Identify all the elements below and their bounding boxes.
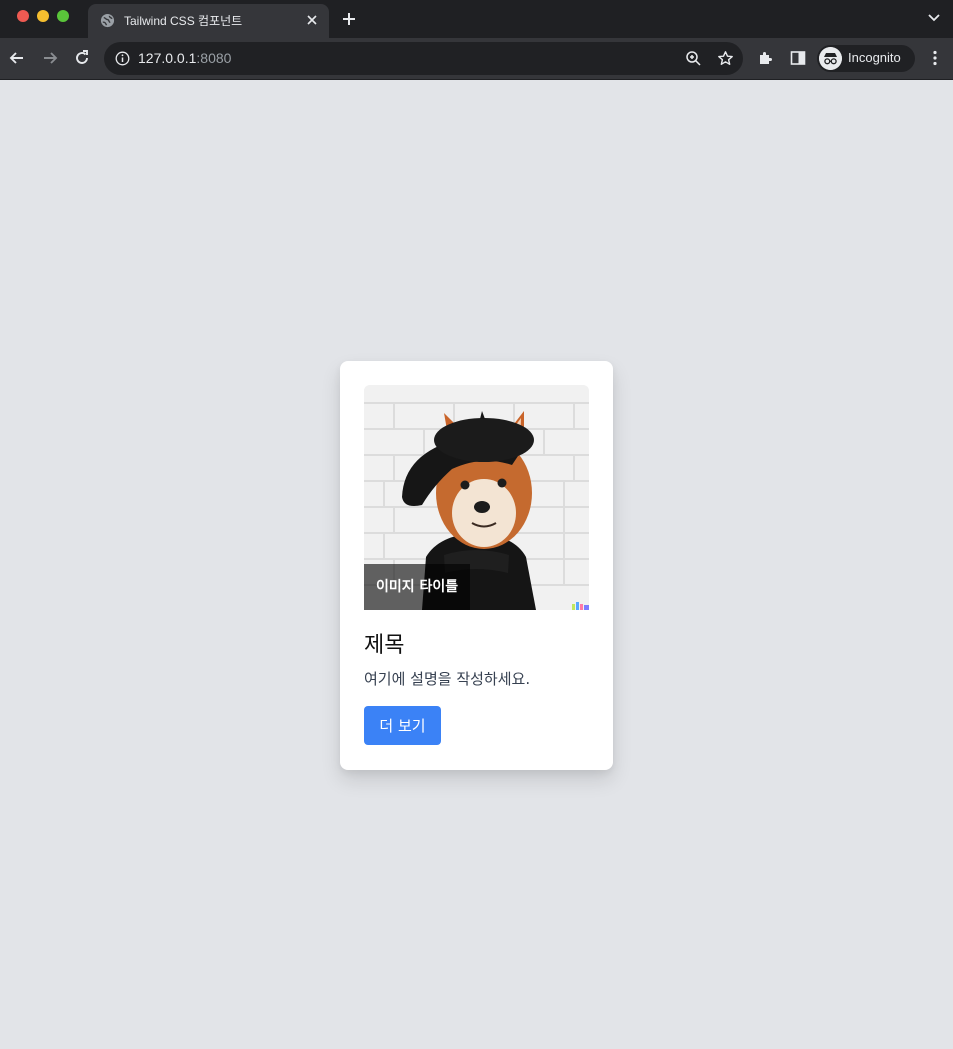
forward-arrow-icon[interactable] <box>41 49 59 67</box>
globe-icon <box>100 13 115 28</box>
card-description: 여기에 설명을 작성하세요. <box>364 670 531 688</box>
extensions-puzzle-icon[interactable] <box>757 49 775 67</box>
address-url: 127.0.0.1:8080 <box>138 50 231 66</box>
zoom-icon[interactable] <box>685 50 702 67</box>
window-minimize-button[interactable] <box>37 10 49 22</box>
profile-label: Incognito <box>848 50 901 65</box>
browser-tab-active[interactable]: Tailwind CSS 컴포넌트 <box>88 4 329 38</box>
back-arrow-icon[interactable] <box>8 49 26 67</box>
card-image: 이미지 타이틀 <box>364 385 589 610</box>
profile-button[interactable]: Incognito <box>817 45 915 72</box>
tab-title: Tailwind CSS 컴포넌트 <box>124 14 243 28</box>
window-close-button[interactable] <box>17 10 29 22</box>
window-zoom-button[interactable] <box>57 10 69 22</box>
info-icon[interactable] <box>115 51 130 66</box>
url-port: :8080 <box>196 50 232 66</box>
incognito-icon <box>819 47 842 70</box>
side-panel-icon[interactable] <box>789 49 807 67</box>
browser-toolbar: 127.0.0.1:8080 Incognito <box>0 38 953 80</box>
chevron-down-icon[interactable] <box>927 13 941 23</box>
address-bar[interactable]: 127.0.0.1:8080 <box>104 42 743 75</box>
close-icon[interactable] <box>305 13 319 27</box>
content-card: 이미지 타이틀 제목 여기에 설명을 작성하세요. 더 보기 <box>340 361 613 770</box>
bookmark-star-icon[interactable] <box>717 50 734 67</box>
more-menu-icon[interactable] <box>926 49 944 67</box>
url-host: 127.0.0.1 <box>138 50 197 66</box>
reload-icon[interactable] <box>73 49 91 67</box>
new-tab-button[interactable] <box>341 11 357 27</box>
browser-titlebar: Tailwind CSS 컴포넌트 <box>0 0 953 38</box>
image-caption: 이미지 타이틀 <box>364 564 471 610</box>
more-button[interactable]: 더 보기 <box>364 706 441 745</box>
card-title: 제목 <box>364 633 405 658</box>
